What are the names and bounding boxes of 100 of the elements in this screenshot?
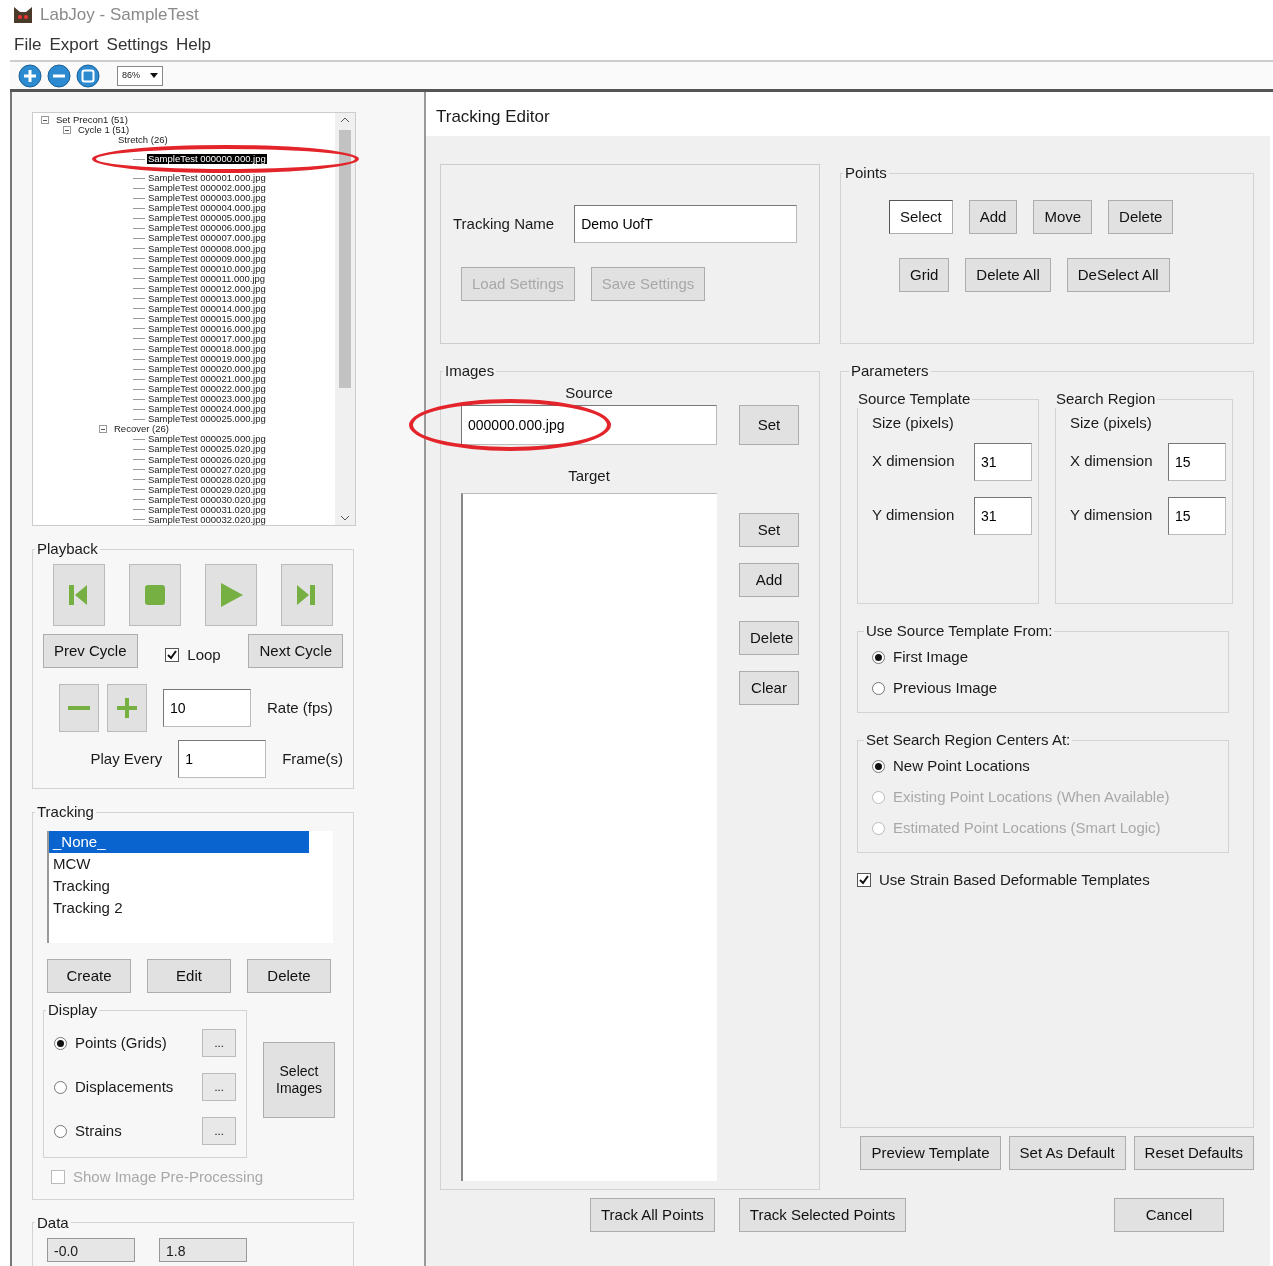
tree-item[interactable]: SampleTest 000025.000.jpg bbox=[147, 414, 267, 425]
checkbox[interactable] bbox=[165, 648, 180, 662]
button[interactable]: Cancel bbox=[1114, 1198, 1224, 1232]
tree-item[interactable]: SampleTest 000025.020.jpg bbox=[147, 444, 267, 455]
tree-item[interactable]: SampleTest 000018.000.jpg bbox=[147, 344, 267, 355]
tree-item[interactable]: SampleTest 000005.000.jpg bbox=[147, 213, 267, 224]
expander-icon[interactable] bbox=[41, 116, 49, 124]
tool-button[interactable]: Delete bbox=[1108, 200, 1174, 234]
rate-field[interactable]: 10 bbox=[163, 689, 251, 727]
tree-item[interactable]: SampleTest 000026.020.jpg bbox=[147, 454, 267, 465]
tool-button[interactable]: Select bbox=[889, 200, 953, 234]
menu-item[interactable]: File bbox=[14, 32, 42, 58]
button[interactable]: DeSelect All bbox=[1066, 258, 1170, 292]
scroll-bar[interactable] bbox=[335, 113, 355, 525]
button[interactable]: Create bbox=[47, 959, 131, 993]
dimension-field[interactable]: 31 bbox=[974, 496, 1032, 535]
tree-item[interactable]: SampleTest 000006.000.jpg bbox=[147, 223, 267, 234]
zoom-dropdown[interactable]: 86% bbox=[117, 65, 163, 86]
tree-item[interactable]: Cycle 1 (51) bbox=[77, 125, 131, 136]
next-cycle-button[interactable]: Next Cycle bbox=[248, 634, 343, 668]
tree-item[interactable]: SampleTest 000001.000.jpg bbox=[147, 173, 267, 184]
zoom-out-icon[interactable] bbox=[47, 63, 71, 88]
dimension-field[interactable]: 31 bbox=[974, 442, 1032, 481]
tree-item[interactable]: SampleTest 000010.000.jpg bbox=[147, 263, 267, 274]
button[interactable]: Reset Defaults bbox=[1133, 1136, 1254, 1170]
tree-item[interactable]: SampleTest 000012.000.jpg bbox=[147, 283, 267, 294]
set-button[interactable]: Set bbox=[739, 404, 799, 445]
tool-button[interactable]: Move bbox=[1033, 200, 1093, 234]
tree-item[interactable]: SampleTest 000027.020.jpg bbox=[147, 464, 267, 475]
button[interactable]: Edit bbox=[147, 959, 231, 993]
more-button[interactable]: ... bbox=[202, 1073, 236, 1101]
button[interactable]: Track Selected Points bbox=[738, 1198, 907, 1232]
tree-item[interactable]: SampleTest 000023.000.jpg bbox=[147, 394, 267, 405]
button[interactable]: Delete bbox=[247, 959, 331, 993]
tracking-name-field[interactable]: Demo UofT bbox=[574, 205, 798, 243]
radio-button[interactable] bbox=[872, 651, 885, 664]
tree-item[interactable]: SampleTest 000030.020.jpg bbox=[147, 494, 267, 505]
button[interactable]: Delete bbox=[739, 621, 799, 655]
expander-icon[interactable] bbox=[63, 126, 71, 135]
scroll-down-icon[interactable] bbox=[340, 515, 350, 521]
list-item[interactable]: Tracking bbox=[49, 875, 333, 897]
select-images-button[interactable]: Select Images bbox=[263, 1041, 335, 1118]
button[interactable]: Track All Points bbox=[590, 1198, 715, 1232]
tree-item[interactable]: SampleTest 000021.000.jpg bbox=[147, 374, 267, 385]
button[interactable]: Clear bbox=[739, 671, 799, 705]
tree-item[interactable]: SampleTest 000029.020.jpg bbox=[147, 484, 267, 495]
tree-item[interactable]: Stretch (26) bbox=[117, 135, 169, 146]
menu-item[interactable]: Export bbox=[49, 32, 99, 58]
radio-button[interactable] bbox=[54, 1036, 67, 1050]
dimension-field[interactable]: 15 bbox=[1168, 442, 1226, 481]
source-field[interactable]: 000000.000.jpg bbox=[461, 404, 717, 445]
tree-item[interactable]: SampleTest 000007.000.jpg bbox=[147, 233, 267, 244]
tree-item[interactable]: SampleTest 000014.000.jpg bbox=[147, 303, 267, 314]
tree-item[interactable]: SampleTest 000002.000.jpg bbox=[147, 183, 267, 194]
button[interactable]: Set bbox=[739, 513, 799, 547]
tree-item[interactable]: SampleTest 000028.020.jpg bbox=[147, 474, 267, 485]
tree-item[interactable]: SampleTest 000003.000.jpg bbox=[147, 193, 267, 204]
tree-item[interactable]: SampleTest 000017.000.jpg bbox=[147, 333, 267, 344]
tree-item[interactable]: SampleTest 000015.000.jpg bbox=[147, 313, 267, 324]
tree-item[interactable]: Set Precon1 (51) bbox=[55, 115, 129, 126]
zoom-in-icon[interactable] bbox=[18, 63, 42, 88]
tree-item[interactable]: SampleTest 000016.000.jpg bbox=[147, 323, 267, 334]
button[interactable]: Preview Template bbox=[860, 1136, 1001, 1170]
tree-item[interactable]: SampleTest 000025.000.jpg bbox=[147, 434, 267, 445]
tree-item[interactable]: SampleTest 000009.000.jpg bbox=[147, 253, 267, 264]
tree-item[interactable]: SampleTest 000020.000.jpg bbox=[147, 364, 267, 375]
tree-item[interactable]: SampleTest 000032.020.jpg bbox=[147, 514, 267, 525]
dimension-field[interactable]: 15 bbox=[1168, 496, 1226, 535]
menu-item[interactable]: Settings bbox=[106, 32, 168, 58]
tree-item[interactable]: Recover (26) bbox=[113, 424, 170, 435]
expander-icon[interactable] bbox=[99, 425, 107, 434]
radio-button[interactable] bbox=[54, 1080, 67, 1094]
tree-item[interactable]: SampleTest 000031.020.jpg bbox=[147, 504, 267, 515]
list-item[interactable]: MCW bbox=[49, 853, 333, 875]
tool-button[interactable]: Add bbox=[968, 200, 1018, 234]
radio-button[interactable] bbox=[872, 682, 885, 695]
frames-field[interactable]: 1 bbox=[178, 740, 267, 778]
list-item[interactable]: _None_ bbox=[49, 831, 309, 853]
tree-item[interactable]: SampleTest 000024.000.jpg bbox=[147, 404, 267, 415]
tree-item[interactable]: SampleTest 000004.000.jpg bbox=[147, 203, 267, 214]
radio-button[interactable] bbox=[54, 1124, 67, 1138]
tree-item[interactable]: SampleTest 000019.000.jpg bbox=[147, 354, 267, 365]
prev-cycle-button[interactable]: Prev Cycle bbox=[43, 634, 138, 668]
scroll-up-icon[interactable] bbox=[340, 117, 350, 123]
fit-icon[interactable] bbox=[76, 63, 100, 88]
tree-item[interactable]: SampleTest 000011.000.jpg bbox=[147, 273, 267, 284]
radio-button[interactable] bbox=[872, 760, 885, 773]
button[interactable]: Grid bbox=[899, 258, 950, 292]
button[interactable]: Delete All bbox=[965, 258, 1051, 292]
tree-item[interactable]: SampleTest 000022.000.jpg bbox=[147, 384, 267, 395]
more-button[interactable]: ... bbox=[202, 1117, 236, 1145]
more-button[interactable]: ... bbox=[202, 1029, 236, 1057]
tree-item[interactable]: SampleTest 000000.000.jpg bbox=[147, 154, 267, 165]
button[interactable]: Set As Default bbox=[1008, 1136, 1126, 1170]
list-item[interactable]: Tracking 2 bbox=[49, 897, 333, 919]
menu-item[interactable]: Help bbox=[176, 32, 211, 58]
tree-item[interactable]: SampleTest 000008.000.jpg bbox=[147, 243, 267, 254]
checkbox[interactable] bbox=[857, 873, 871, 888]
tree-item[interactable]: SampleTest 000013.000.jpg bbox=[147, 293, 267, 304]
button[interactable]: Add bbox=[739, 563, 799, 597]
